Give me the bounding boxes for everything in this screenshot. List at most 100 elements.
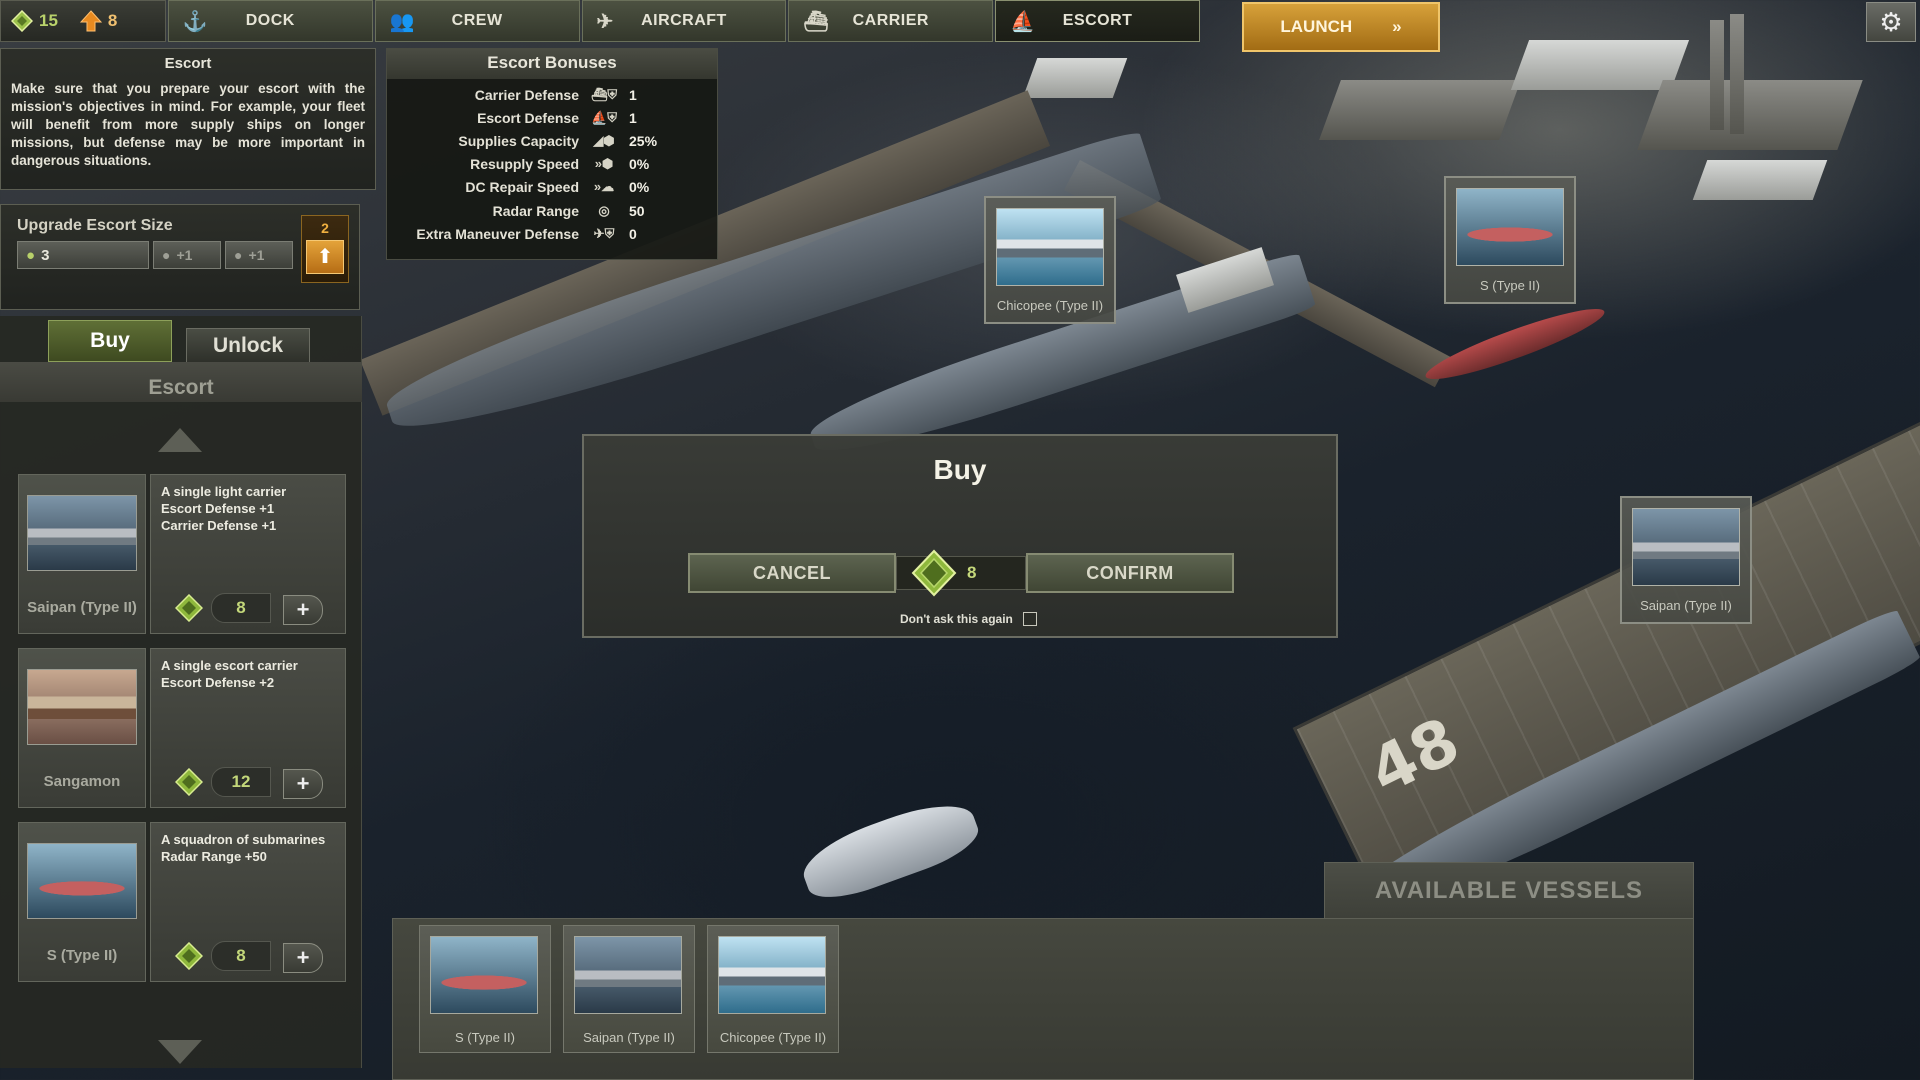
escort-fleet-icon: ⛵ <box>1010 10 1036 33</box>
submarine-ship-image <box>27 843 137 919</box>
scene-vessel-s-type[interactable]: S (Type II) <box>1444 176 1576 304</box>
available-vessel[interactable]: S (Type II) <box>419 925 551 1053</box>
price-value: 8 <box>211 593 271 623</box>
launch-label: LAUNCH <box>1280 17 1353 36</box>
diamond-resource-icon <box>175 594 203 622</box>
escort-size-increment: +1 <box>176 247 193 263</box>
bonus-row: Extra Maneuver Defense ✈⛨ 0 <box>387 222 717 245</box>
bonus-label: Escort Defense <box>477 109 579 126</box>
upgrade-title: Upgrade Escort Size <box>17 217 173 234</box>
available-vessel[interactable]: Chicopee (Type II) <box>707 925 839 1053</box>
saipan-ship-image <box>1632 508 1740 586</box>
tab-unlock[interactable]: Unlock <box>186 328 310 364</box>
dont-ask-option[interactable]: Don't ask this again <box>900 612 1037 626</box>
settings-button[interactable]: ⚙ <box>1866 2 1916 42</box>
smokestack <box>1730 14 1744 134</box>
confirm-button[interactable]: CONFIRM <box>1026 553 1234 593</box>
scroll-down-arrow-icon[interactable] <box>158 1040 202 1064</box>
list-header: Escort <box>0 362 362 402</box>
cancel-button[interactable]: CANCEL <box>688 553 896 593</box>
bonus-value: 1 <box>629 86 637 103</box>
upgrade-escort-button[interactable]: 2 ⬆ <box>301 215 349 283</box>
escort-size-current: ● 3 <box>17 241 149 269</box>
resources: 15 8 <box>0 0 166 42</box>
vessel-description: A single light carrier Escort Defense +1… <box>161 484 287 533</box>
vessel-name: S (Type II) <box>455 1030 515 1045</box>
scroll-up-arrow-icon[interactable] <box>158 428 202 452</box>
tab-label: AIRCRAFT <box>641 12 727 29</box>
tab-carrier[interactable]: ⛴ CARRIER <box>788 0 994 42</box>
escort-size-next: ● +1 <box>225 241 293 269</box>
bonus-row: Escort Defense ⛵⛨ 1 <box>387 106 717 129</box>
vessel-price: 8 <box>175 593 271 623</box>
launch-button[interactable]: LAUNCH » <box>1242 2 1440 52</box>
upgrade-arrow-icon <box>79 10 102 32</box>
bonus-row: Radar Range ◎ 50 <box>387 199 717 222</box>
resupply-speed-icon: »⬢ <box>594 156 614 172</box>
tab-escort[interactable]: ⛵ ESCORT <box>995 0 1201 42</box>
warehouse <box>1510 40 1690 90</box>
submarine-ship-image <box>1456 188 1564 266</box>
escort-info-text: Make sure that you prepare your escort w… <box>11 81 365 168</box>
vessel-details: A single light carrier Escort Defense +1… <box>150 474 346 634</box>
warehouse <box>1319 80 1521 140</box>
available-vessel[interactable]: Saipan (Type II) <box>563 925 695 1053</box>
vessel-thumbnail: Saipan (Type II) <box>18 474 146 634</box>
supplies-count: 15 <box>39 11 58 30</box>
escort-size-slots: ● 3 ● +1 ● +1 <box>17 241 343 269</box>
submarine <box>1420 298 1610 390</box>
dialog-price-value: 8 <box>967 563 977 582</box>
add-vessel-button[interactable]: + <box>283 595 323 625</box>
sailor-icon: ● <box>234 247 243 263</box>
upgrade-cost: 2 <box>321 220 329 236</box>
anchor-icon: ⚓ <box>182 10 209 33</box>
bonus-row: DC Repair Speed »☁ 0% <box>387 176 717 199</box>
bonus-label: Extra Maneuver Defense <box>416 225 579 242</box>
dialog-actions: CANCEL 8 CONFIRM <box>688 549 1234 597</box>
escort-info-title: Escort <box>164 55 212 72</box>
submarine-ship-image <box>430 936 538 1014</box>
dialog-title: Buy <box>933 454 987 485</box>
tab-buy[interactable]: Buy <box>48 320 172 362</box>
vessel-name: Chicopee (Type II) <box>719 1030 827 1045</box>
bonus-label: Radar Range <box>492 202 579 219</box>
repair-speed-icon: »☁ <box>593 179 615 195</box>
radar-icon: ◎ <box>598 202 610 218</box>
vessel-name: Saipan (Type II) <box>1640 598 1732 613</box>
diamond-resource-icon <box>175 768 203 796</box>
escort-shield-icon: ⛵⛨ <box>591 109 617 125</box>
tab-label: DOCK <box>245 12 295 29</box>
bonus-value: 1 <box>629 109 637 126</box>
bonus-value: 0 <box>629 225 637 242</box>
vessel-name: Saipan (Type II) <box>27 599 137 616</box>
carrier-icon: ⛴ <box>803 10 830 33</box>
top-bar: 15 8 ⚓ DOCK 👥 CREW ✈ AIRCRAFT ⛴ CARRIER ⛵ ESC… <box>0 0 1201 42</box>
add-vessel-button[interactable]: + <box>283 769 323 799</box>
scene-vessel-saipan[interactable]: Saipan (Type II) <box>1620 496 1752 624</box>
tab-label: ESCORT <box>1062 12 1133 29</box>
list-title: Escort <box>148 376 214 399</box>
carrier-flight-deck <box>1292 412 1920 908</box>
escort-size-value: 3 <box>41 246 50 264</box>
dont-ask-checkbox[interactable] <box>1022 612 1037 626</box>
list-item: S (Type II) A squadron of submarines Rad… <box>18 822 346 984</box>
vessel-name: Saipan (Type II) <box>583 1030 675 1045</box>
escort-size-next: ● +1 <box>153 241 221 269</box>
tab-dock[interactable]: ⚓ DOCK <box>167 0 373 42</box>
tab-label: CARRIER <box>852 12 929 29</box>
tab-crew[interactable]: 👥 CREW <box>374 0 580 42</box>
bonus-value: 0% <box>629 179 650 196</box>
escort-bonuses-panel: Escort Bonuses Carrier Defense ⛴⛨ 1 Escort… <box>386 48 718 260</box>
bonus-label: Resupply Speed <box>470 156 579 173</box>
pier <box>1064 160 1451 388</box>
vessel-price: 8 <box>175 941 271 971</box>
upgrade-escort-panel: Upgrade Escort Size ● 3 ● +1 ● +1 2 ⬆ <box>0 204 360 310</box>
tab-aircraft[interactable]: ✈ AIRCRAFT <box>581 0 787 42</box>
warehouse <box>1692 160 1828 200</box>
add-vessel-button[interactable]: + <box>283 943 323 973</box>
scene-vessel-chicopee[interactable]: Chicopee (Type II) <box>984 196 1116 324</box>
vessel-price: 12 <box>175 767 271 797</box>
bonus-label: DC Repair Speed <box>465 179 579 196</box>
vessel-thumbnail: S (Type II) <box>18 822 146 982</box>
supplies-capacity-icon: ◢⬢ <box>593 132 615 148</box>
